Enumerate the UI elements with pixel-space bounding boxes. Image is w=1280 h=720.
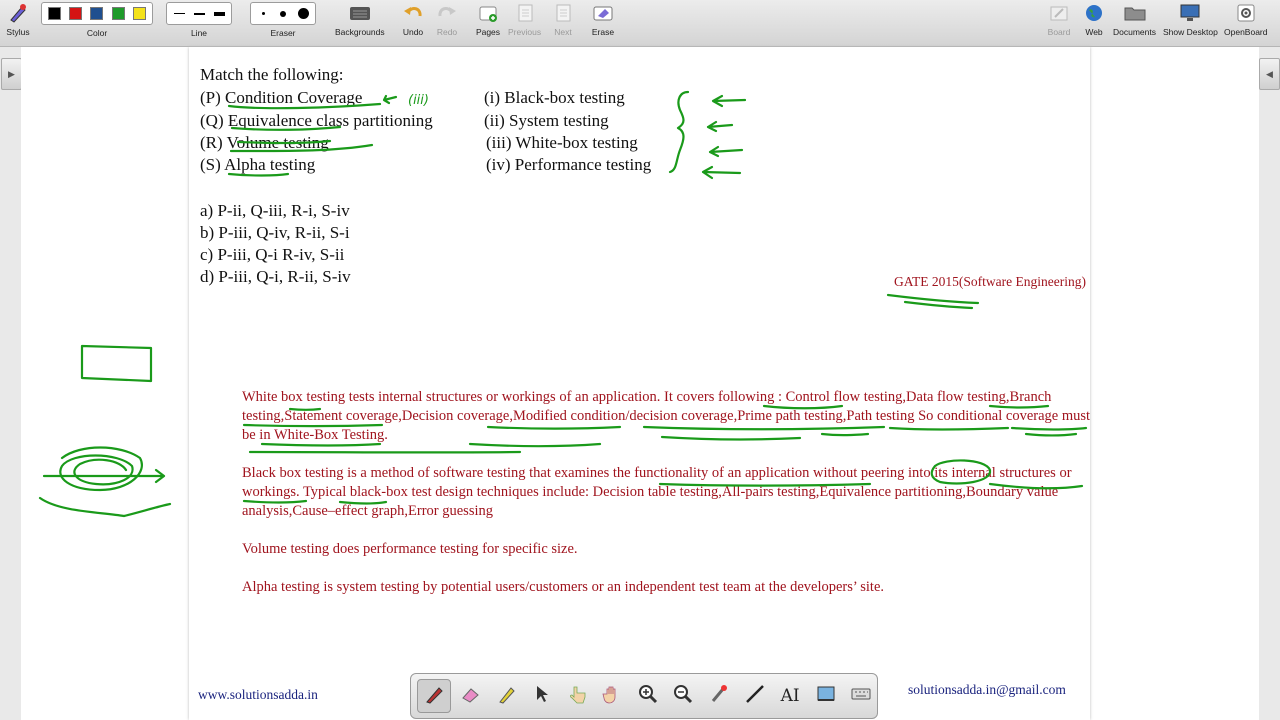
color-blue-swatch[interactable] (90, 7, 104, 20)
footer-email: solutionsadda.in@gmail.com (908, 682, 1066, 697)
left-item-r: (R) Volume testing (200, 133, 329, 152)
top-toolbar: Stylus Color Line Eraser Backgrounds Und… (0, 0, 1280, 47)
left-palette-toggle[interactable]: ▶ (1, 58, 22, 90)
color-yellow-swatch[interactable] (132, 7, 146, 20)
add-page-icon (475, 2, 501, 24)
previous-page-icon (512, 2, 538, 24)
backgrounds-button[interactable]: Backgrounds (335, 2, 385, 37)
alpha-testing-explanation: Alpha testing is system testing by poten… (242, 579, 885, 595)
pointing-hand-icon (566, 683, 588, 710)
eraser-icon (459, 683, 481, 710)
white-box-explanation: White box testing tests internal structu… (242, 389, 1091, 443)
color-selector[interactable]: Color (41, 2, 153, 38)
line-tool[interactable] (739, 680, 771, 712)
board-button[interactable]: Board (1046, 2, 1072, 37)
board-page[interactable]: Match the following: (P) Condition Cover… (189, 47, 1090, 720)
show-desktop-button[interactable]: Show Desktop (1163, 2, 1218, 37)
zoom-out-tool[interactable] (668, 680, 700, 712)
highlighter-icon (495, 683, 517, 710)
left-item-q: (Q) Equivalence class partitioning (200, 111, 433, 130)
stylus-icon (5, 2, 31, 24)
hand-tool[interactable] (597, 680, 629, 712)
backgrounds-icon (347, 2, 373, 24)
keyboard-icon (850, 683, 872, 710)
black-box-explanation: Black box testing is a method of softwar… (242, 465, 1072, 519)
option-a: a) P-ii, Q-iii, R-i, S-iv (200, 201, 350, 220)
pen-icon (423, 683, 445, 710)
capture-icon (815, 683, 837, 710)
text-tool[interactable]: AI (774, 680, 806, 712)
undo-icon (400, 2, 426, 24)
eraser-size-selector[interactable]: Eraser (250, 2, 316, 38)
pen-tool[interactable] (417, 679, 451, 713)
openboard-menu-button[interactable]: OpenBoard (1224, 2, 1267, 37)
board-icon (1046, 2, 1072, 24)
pages-button[interactable]: Pages (475, 2, 501, 37)
zoom-out-icon (672, 683, 694, 710)
bottom-tool-dock: AI (410, 673, 878, 719)
gear-icon (1233, 2, 1259, 24)
color-green-swatch[interactable] (111, 7, 125, 20)
right-item-iv: (iv) Performance testing (486, 155, 652, 174)
zoom-in-icon (637, 683, 659, 710)
left-canvas-area[interactable] (21, 47, 189, 720)
redo-button[interactable]: Redo (434, 2, 460, 37)
redo-icon (434, 2, 460, 24)
next-page-icon (550, 2, 576, 24)
option-b: b) P-iii, Q-iv, R-ii, S-i (200, 223, 350, 242)
zoom-in-tool[interactable] (632, 680, 664, 712)
volume-testing-explanation: Volume testing does performance testing … (242, 541, 578, 557)
line-icon (744, 683, 766, 710)
previous-page-button[interactable]: Previous (508, 2, 541, 37)
left-item-s: (S) Alpha testing (200, 155, 316, 174)
line-width-selector[interactable]: Line (166, 2, 232, 38)
line-medium-option[interactable] (190, 6, 208, 21)
right-palette-toggle[interactable]: ◀ (1259, 58, 1280, 90)
globe-icon (1081, 2, 1107, 24)
eraser-small-option[interactable] (254, 6, 272, 21)
virtual-keyboard-tool[interactable] (845, 680, 877, 712)
right-item-ii: (ii) System testing (484, 111, 609, 130)
eraser-tool[interactable] (455, 680, 487, 712)
laser-pointer-tool[interactable] (703, 680, 735, 712)
capture-tool[interactable] (810, 680, 842, 712)
highlighter-tool[interactable] (490, 680, 522, 712)
erase-icon (590, 2, 616, 24)
right-item-i: (i) Black-box testing (484, 88, 625, 107)
monitor-icon (1177, 2, 1203, 24)
right-item-iii: (iii) White-box testing (486, 133, 638, 152)
web-button[interactable]: Web (1081, 2, 1107, 37)
line-thick-option[interactable] (210, 6, 228, 21)
right-canvas-area[interactable] (1090, 47, 1259, 720)
color-red-swatch[interactable] (69, 7, 83, 20)
question-source: GATE 2015(Software Engineering) (894, 274, 1086, 289)
erase-button[interactable]: Erase (590, 2, 616, 37)
line-thin-option[interactable] (170, 6, 188, 21)
interact-tool[interactable] (561, 680, 593, 712)
documents-button[interactable]: Documents (1113, 2, 1156, 37)
eraser-medium-option[interactable] (274, 6, 292, 21)
text-icon: AI (780, 686, 800, 706)
next-page-button[interactable]: Next (550, 2, 576, 37)
chevron-left-icon: ◀ (1266, 68, 1273, 79)
option-c: c) P-iii, Q-i R-iv, S-ii (200, 245, 345, 264)
hand-icon (601, 683, 623, 710)
eraser-large-option[interactable] (294, 6, 312, 21)
select-tool[interactable] (526, 680, 558, 712)
footer-website: www.solutionsadda.in (198, 687, 318, 702)
cursor-arrow-icon (530, 683, 552, 710)
chevron-right-icon: ▶ (8, 68, 15, 79)
option-d: d) P-iii, Q-i, R-ii, S-iv (200, 267, 351, 286)
left-item-p: (P) Condition Coverage (200, 88, 363, 107)
question-heading: Match the following: (200, 65, 344, 84)
laser-pointer-icon (708, 683, 730, 710)
stylus-tool[interactable]: Stylus (5, 2, 31, 37)
folder-icon (1122, 2, 1148, 24)
color-black-swatch[interactable] (48, 7, 62, 20)
undo-button[interactable]: Undo (400, 2, 426, 37)
